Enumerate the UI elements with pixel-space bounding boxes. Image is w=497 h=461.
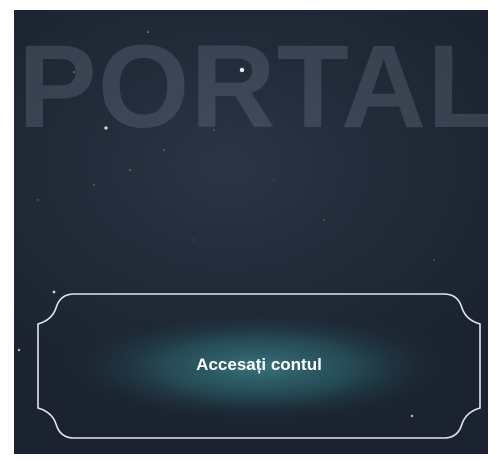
sparkle-icon	[129, 169, 131, 171]
sparkle-icon	[433, 259, 435, 261]
sparkle-icon	[273, 179, 275, 181]
sparkle-icon	[323, 219, 325, 221]
sparkle-icon	[93, 184, 95, 186]
sparkle-icon	[17, 348, 21, 352]
login-button-label: Accesați contul	[196, 355, 322, 374]
portal-title: PORTAL	[18, 21, 488, 153]
portal-screen: PORTAL Accesați contul	[14, 10, 488, 454]
login-button[interactable]: Accesați contul	[34, 290, 484, 440]
sparkle-icon	[193, 239, 195, 241]
sparkle-icon	[37, 199, 39, 201]
